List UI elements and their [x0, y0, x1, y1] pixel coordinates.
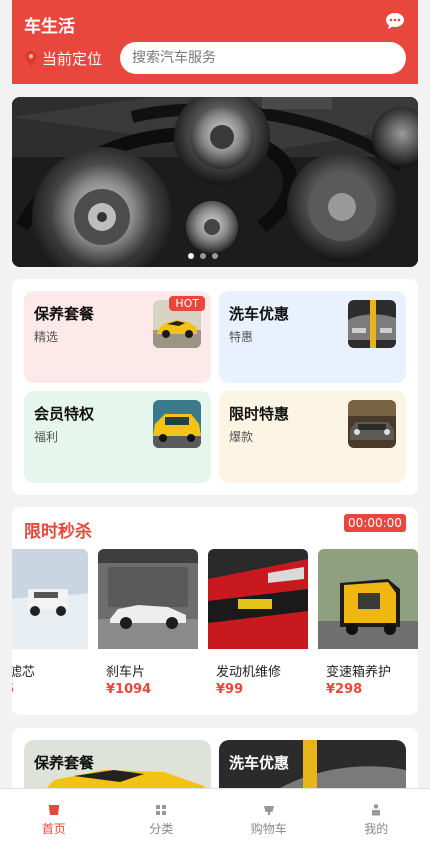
category-subtitle: 特惠 [229, 330, 254, 344]
dark-car-image [348, 400, 396, 448]
category-maintenance-package[interactable]: 保养套餐 精选 HOT [24, 291, 211, 383]
promo-label: 保养套餐 [34, 754, 95, 772]
category-grid: 保养套餐 精选 HOT 洗车优惠 特惠 会员特权 福利 限时特惠 爆款 [12, 279, 418, 495]
product-name: 刹车片 [106, 665, 146, 680]
product-name: 发动机维修 [216, 665, 282, 680]
app-header: 车生活 当前定位 [12, 0, 418, 84]
user-icon [370, 801, 382, 816]
grid-icon [155, 801, 167, 815]
tuk-tuk-image [318, 549, 418, 649]
banner-carousel[interactable] [12, 97, 418, 267]
carousel-dot[interactable] [200, 253, 206, 259]
yellow-taxi-image [153, 400, 201, 448]
category-subtitle: 精选 [34, 330, 59, 344]
tab-home[interactable]: 首页 [0, 789, 108, 844]
flash-sale-section: 限时秒杀 00:00:00 调滤芯 95 [12, 507, 418, 715]
tab-label: 首页 [41, 822, 66, 836]
category-car-wash-deals[interactable]: 洗车优惠 特惠 [219, 291, 406, 383]
flash-sale-title: 限时秒杀 [24, 522, 92, 542]
product-card[interactable]: 发动机维修 ¥99 [208, 549, 308, 705]
promo-label: 洗车优惠 [229, 754, 290, 772]
snow-suv-image [12, 549, 88, 649]
tab-cart[interactable]: 购物车 [215, 789, 323, 844]
engine-photo [12, 97, 418, 267]
product-name: 变速箱养护 [326, 665, 392, 680]
cart-icon [263, 801, 275, 815]
category-title: 洗车优惠 [229, 305, 290, 323]
location-label: 当前定位 [42, 50, 103, 68]
product-name: 调滤芯 [12, 665, 36, 680]
tab-label: 分类 [149, 822, 174, 836]
product-card[interactable]: 调滤芯 95 [12, 549, 88, 705]
product-price: ¥99 [216, 682, 244, 697]
location-selector[interactable]: 当前定位 [24, 48, 102, 69]
grey-car-image [348, 300, 396, 348]
category-title: 会员特权 [34, 405, 95, 423]
product-price: ¥1094 [106, 682, 152, 697]
tab-profile[interactable]: 我的 [323, 789, 430, 844]
category-member-privileges[interactable]: 会员特权 福利 [24, 391, 211, 483]
search-bar[interactable] [120, 42, 406, 74]
search-input[interactable] [132, 50, 406, 66]
carousel-dot[interactable] [188, 253, 194, 259]
category-limited-offers[interactable]: 限时特惠 爆款 [219, 391, 406, 483]
chat-bubble-icon[interactable] [384, 10, 406, 32]
tab-label: 购物车 [250, 822, 287, 836]
app-title: 车生活 [24, 17, 75, 37]
category-subtitle: 福利 [34, 430, 59, 444]
product-card[interactable]: 变速箱养护 ¥298 [318, 549, 418, 705]
category-title: 限时特惠 [229, 405, 290, 423]
location-pin-icon [24, 50, 38, 68]
product-price: ¥298 [326, 682, 363, 697]
home-icon [48, 801, 60, 815]
category-title: 保养套餐 [34, 305, 95, 323]
tab-categories[interactable]: 分类 [108, 789, 216, 844]
product-card[interactable]: 刹车片 ¥1094 [98, 549, 198, 705]
product-price: 95 [12, 682, 14, 697]
category-subtitle: 爆款 [229, 430, 254, 444]
white-classic-car-image [98, 549, 198, 649]
carousel-dot[interactable] [212, 253, 218, 259]
bottom-tab-bar: 首页 分类 购物车 我的 [0, 788, 430, 844]
countdown-timer: 00:00:00 [344, 514, 406, 532]
carousel-indicator [188, 253, 218, 259]
hot-badge: HOT [169, 296, 205, 311]
red-car-front-image [208, 549, 308, 649]
tab-label: 我的 [364, 822, 389, 836]
